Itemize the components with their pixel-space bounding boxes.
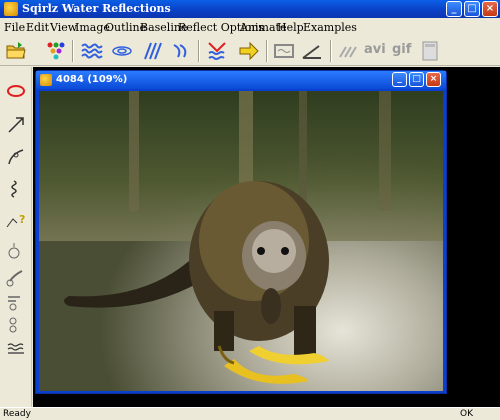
curves-icon[interactable]	[170, 39, 194, 63]
minimize-button[interactable]: _	[446, 1, 462, 17]
ellipse-tool-icon[interactable]	[4, 79, 28, 103]
avi-button[interactable]: avi	[364, 42, 386, 57]
curve-tool-icon[interactable]	[4, 145, 28, 169]
image-window-icon	[40, 74, 52, 86]
dot-tool-icon[interactable]	[4, 239, 28, 263]
motion-lines-icon[interactable]	[336, 39, 360, 63]
status-text: Ready	[3, 409, 31, 419]
menu-file[interactable]: File	[4, 21, 25, 34]
brush-tool-icon[interactable]	[4, 265, 28, 289]
arrow-tool-icon[interactable]	[4, 113, 28, 137]
toolbar-separator	[72, 40, 74, 62]
status-bar: Ready OK	[0, 407, 500, 420]
maximize-button[interactable]: □	[464, 1, 480, 17]
image-window-titlebar[interactable]: 4084 (109%) _ □ ×	[36, 71, 446, 89]
waves-icon[interactable]	[80, 39, 104, 63]
frame-icon[interactable]	[272, 39, 296, 63]
menubar: File Edit View Image Outline Baseline Re…	[0, 18, 500, 36]
menu-examples[interactable]: Examples	[303, 21, 357, 34]
tool-palette: ?	[0, 67, 32, 407]
image-maximize-button[interactable]: □	[409, 72, 424, 87]
image-window-title: 4084 (109%)	[56, 74, 128, 85]
photo-canvas	[39, 91, 443, 391]
ripple-tool-icon[interactable]	[4, 337, 28, 361]
close-button[interactable]: ×	[482, 1, 498, 17]
coati-photo[interactable]	[39, 91, 443, 391]
open-folder-icon[interactable]	[4, 39, 28, 63]
reflect-icon[interactable]	[205, 39, 229, 63]
menu-help[interactable]: Help	[277, 21, 304, 34]
gif-button[interactable]: gif	[392, 42, 411, 57]
toolbar: avi gif	[0, 36, 500, 66]
color-dots-icon[interactable]	[44, 39, 68, 63]
arrow-right-icon[interactable]	[237, 39, 261, 63]
app-title: Sqirlz Water Reflections	[22, 2, 171, 15]
help-tool-icon[interactable]: ?	[4, 209, 28, 233]
slant-lines-icon[interactable]	[140, 39, 164, 63]
angle-icon[interactable]	[300, 39, 324, 63]
toolbar-separator	[330, 40, 332, 62]
image-close-button[interactable]: ×	[426, 72, 441, 87]
svg-text:?: ?	[19, 213, 25, 226]
toolbar-separator	[198, 40, 200, 62]
ripple-icon[interactable]	[110, 39, 134, 63]
document-icon[interactable]	[418, 39, 442, 63]
menu-view[interactable]: View	[50, 21, 77, 34]
toolbar-separator	[266, 40, 268, 62]
link-tool-icon[interactable]	[4, 289, 28, 313]
app-icon	[4, 2, 18, 16]
status-ok: OK	[460, 409, 473, 419]
chain-tool-icon[interactable]	[4, 313, 28, 337]
wave-tool-icon[interactable]	[4, 177, 28, 201]
image-minimize-button[interactable]: _	[392, 72, 407, 87]
app-titlebar[interactable]: Sqirlz Water Reflections _ □ ×	[0, 0, 500, 18]
menu-edit[interactable]: Edit	[26, 21, 49, 34]
image-window[interactable]: 4084 (109%) _ □ ×	[35, 70, 447, 394]
